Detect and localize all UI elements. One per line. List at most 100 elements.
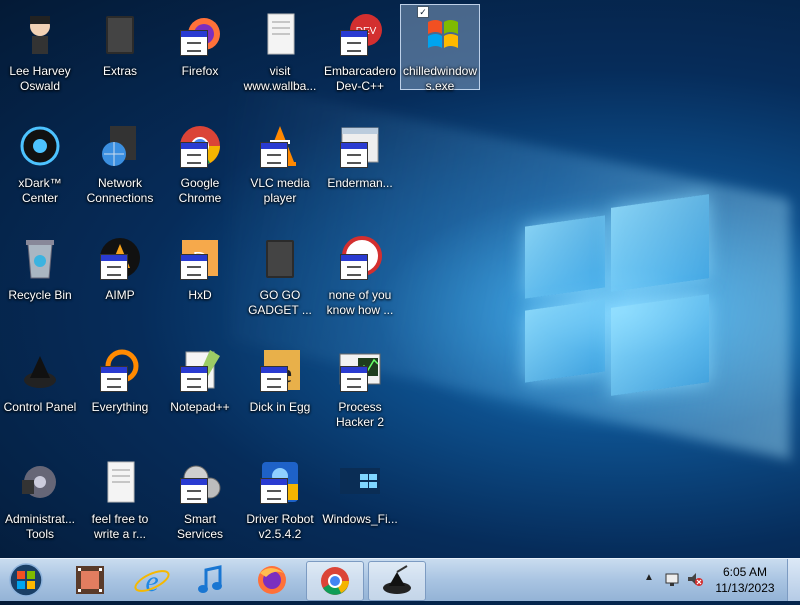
desktop-icon-lee-harvey-oswald[interactable]: Lee Harvey Oswald <box>0 4 80 112</box>
taskbar-chrome[interactable] <box>306 561 364 601</box>
exe-overlay-icon <box>180 478 208 504</box>
clock-time: 6:05 AM <box>722 565 768 579</box>
dark-folder-icon <box>96 10 144 58</box>
taskbar-control-panel[interactable] <box>368 561 426 601</box>
desktop-icon-label: Lee Harvey Oswald <box>9 64 71 93</box>
vlc-cone-icon <box>256 122 304 170</box>
hxd-icon: D <box>176 234 224 282</box>
chrome-icon <box>321 567 349 595</box>
desktop-icon-recycle-bin[interactable]: Recycle Bin <box>0 228 80 336</box>
desktop-icon-embarcadero-devcpp[interactable]: DEV Embarcadero Dev-C++ <box>320 4 400 112</box>
desktop-icon-label: Network Connections <box>86 176 154 205</box>
desktop-icon-firefox[interactable]: Firefox <box>160 4 240 112</box>
desktop-icon-network-connections[interactable]: Network Connections <box>80 116 160 224</box>
desktop-icon-label: Driver Robot v2.5.4.2 <box>246 512 314 541</box>
desktop-icon-windows-fi[interactable]: Windows_Fi... <box>320 452 400 558</box>
desktop-icon-label: visit www.wallba... <box>243 64 317 93</box>
exe-overlay-icon <box>340 366 368 392</box>
taskbar-internet-explorer[interactable]: e <box>124 561 180 599</box>
desktop-icon-google-chrome[interactable]: Google Chrome <box>160 116 240 224</box>
exe-overlay-icon <box>340 254 368 280</box>
network-globe-icon <box>96 122 144 170</box>
desktop-icon-aimp[interactable]: AIMP <box>80 228 160 336</box>
windows-flag-icon <box>416 10 464 58</box>
windows-wallpaper-icon <box>336 458 384 506</box>
desktop-icon-everything[interactable]: Everything <box>80 340 160 448</box>
driver-robot-icon <box>256 458 304 506</box>
dark-folder-icon <box>256 234 304 282</box>
show-desktop-button[interactable] <box>787 559 800 601</box>
internet-explorer-icon: e <box>134 565 170 598</box>
clock-date: 11/13/2023 <box>715 581 775 595</box>
desktop-icon-dick-in-egg[interactable]: e Dick in Egg <box>240 340 320 448</box>
desktop-icon-admin-tools[interactable]: Administrat... Tools <box>0 452 80 558</box>
desktop-icon-smart-services[interactable]: Smart Services <box>160 452 240 558</box>
desktop-icon-process-hacker[interactable]: Process Hacker 2 <box>320 340 400 448</box>
exe-overlay-icon <box>180 142 208 168</box>
desktop-icon-label: GO GO GADGET ... <box>248 288 312 317</box>
desktop-icon-notepadpp[interactable]: Notepad++ <box>160 340 240 448</box>
desktop-icon-label: Notepad++ <box>170 400 230 414</box>
desktop-icon-enderman[interactable]: Enderman... <box>320 116 400 224</box>
desktop-icon-label: Google Chrome <box>178 176 222 205</box>
windows-orb-icon <box>9 563 43 597</box>
desktop-icon-extras[interactable]: Extras <box>80 4 160 112</box>
desktop-icon-feel-free[interactable]: feel free to write a r... <box>80 452 160 558</box>
desktop-icon-label: AIMP <box>105 288 135 302</box>
notepadpp-icon <box>176 346 224 394</box>
xdark-orb-icon <box>16 122 64 170</box>
filmstrip-icon <box>76 566 104 594</box>
desktop-icon-xdark-center[interactable]: xDark™ Center <box>0 116 80 224</box>
desktop-icon-label: Process Hacker 2 <box>335 400 385 429</box>
exe-overlay-icon <box>340 30 368 56</box>
desktop[interactable]: Lee Harvey Oswald Extras Firefox visit www.… <box>0 0 800 558</box>
desktop-icon-label: Smart Services <box>176 512 223 541</box>
firefox-icon <box>176 10 224 58</box>
taskbar-filmstrip[interactable] <box>62 561 118 599</box>
exe-overlay-icon <box>100 254 128 280</box>
desktop-icon-control-panel[interactable]: Control Panel <box>0 340 80 448</box>
taskbar-clock[interactable]: 6:05 AM 11/13/2023 <box>710 564 780 596</box>
desktop-icon-label: Extras <box>102 64 137 78</box>
exe-overlay-icon <box>260 366 288 392</box>
text-file-icon <box>256 10 304 58</box>
desktop-icon-label: Recycle Bin <box>8 288 72 302</box>
desktop-icon-label: HxD <box>188 288 212 302</box>
desktop-icon-label: Everything <box>91 400 149 414</box>
start-button[interactable] <box>2 561 52 599</box>
taskbar-music[interactable] <box>184 561 240 599</box>
desktop-icon-label: Dick in Egg <box>249 400 311 414</box>
network-tray-icon[interactable] <box>664 571 680 587</box>
desktop-icon-hxd[interactable]: D HxD <box>160 228 240 336</box>
everything-search-icon <box>96 346 144 394</box>
desktop-icon-none-of-you[interactable]: none of you know how ... <box>320 228 400 336</box>
desktop-icon-label: Windows_Fi... <box>322 512 398 526</box>
svg-text:e: e <box>145 565 158 598</box>
desktop-icon-driver-robot[interactable]: Driver Robot v2.5.4.2 <box>240 452 320 558</box>
desktop-icon-go-go-gadget[interactable]: GO GO GADGET ... <box>240 228 320 336</box>
desktop-icon-visit-wallba[interactable]: visit www.wallba... <box>240 4 320 112</box>
desktop-icon-label: xDark™ Center <box>18 176 62 205</box>
desktop-icon-label: chilledwindows.exe <box>402 64 478 93</box>
desktop-icon-label: Firefox <box>181 64 219 78</box>
taskbar-firefox[interactable] <box>244 561 300 599</box>
desktop-icon-label: Embarcadero Dev-C++ <box>323 64 397 93</box>
admin-tools-icon <box>16 458 64 506</box>
red-circle-app-icon <box>336 234 384 282</box>
game-e-icon: e <box>256 346 304 394</box>
exe-overlay-icon <box>180 366 208 392</box>
desktop-icon-label: Control Panel <box>3 400 77 414</box>
desktop-icon-vlc[interactable]: VLC media player <box>240 116 320 224</box>
character-icon <box>16 10 64 58</box>
desktop-icon-label: Administrat... Tools <box>4 512 76 541</box>
desktop-icon-chilledwindows[interactable]: ✓ chilledwindows.exe <box>400 4 480 112</box>
show-hidden-icons-chevron-icon[interactable]: ▲ <box>644 572 654 583</box>
control-panel-icon <box>16 346 64 394</box>
volume-muted-icon[interactable] <box>686 571 704 587</box>
exe-overlay-icon <box>260 142 288 168</box>
system-tray: ▲ <box>640 559 710 601</box>
exe-overlay-icon <box>340 142 368 168</box>
windows-logo-wallpaper <box>525 194 710 405</box>
aimp-icon <box>96 234 144 282</box>
chrome-icon <box>176 122 224 170</box>
